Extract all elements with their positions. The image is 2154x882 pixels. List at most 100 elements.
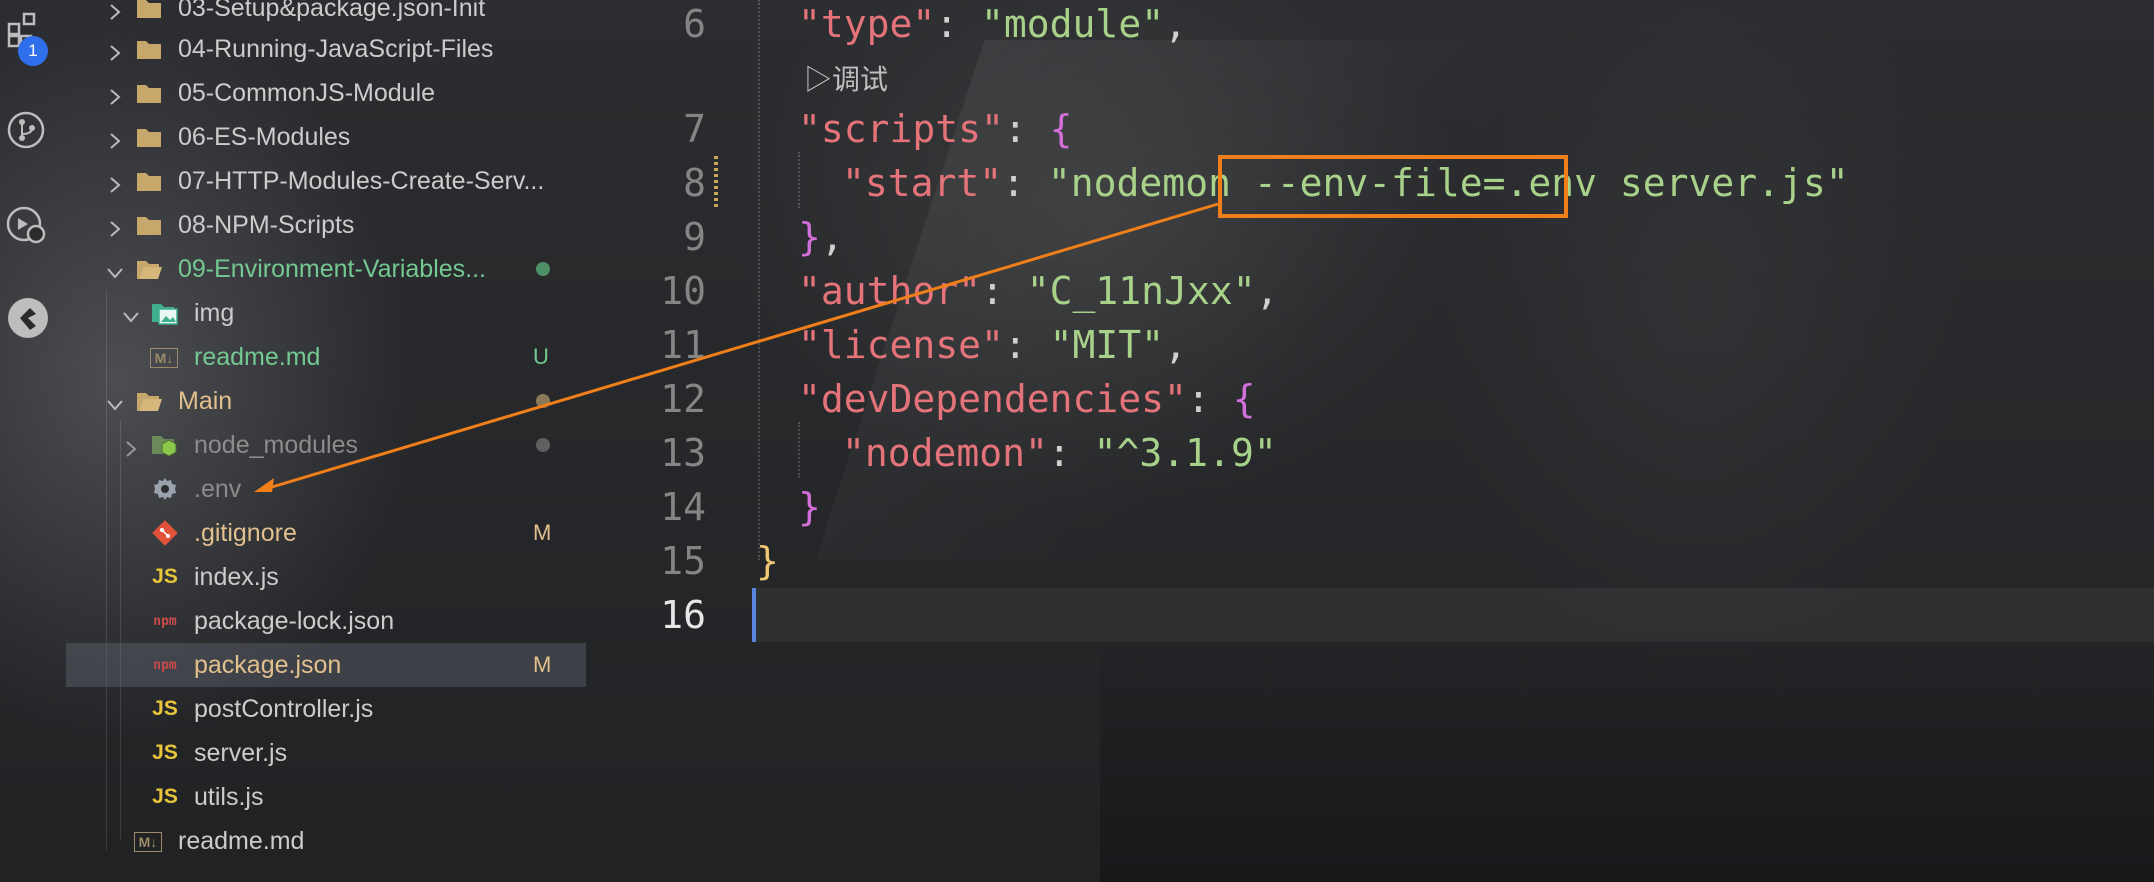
tree-item-label: node_modules [194,430,359,459]
modified-dot [536,262,550,276]
tree-item-label: index.js [194,562,279,591]
js-file-icon: JS [152,785,178,808]
tree-item-06-es-modules[interactable]: 06-ES-Modules [66,115,586,159]
modified-dot [536,438,550,452]
tree-item-gitignore[interactable]: .gitignore M [66,511,586,555]
tree-item-label: 07-HTTP-Modules-Create-Serv... [178,166,545,195]
tree-item-label: 09-Environment-Variables... [178,254,487,283]
folder-icon [134,122,164,152]
tree-item-readme-img[interactable]: M↓ readme.md U [66,335,586,379]
image-folder-icon [150,298,180,328]
tree-item-label: .env [194,474,242,503]
git-status-modified: M [533,520,552,545]
code-line-12: "devDependencies": { [798,377,1256,421]
activity-bar: 1 [0,0,66,882]
current-line-highlight [752,588,2154,642]
code-line-15: } [756,539,779,583]
tree-item-label: readme.md [178,826,305,855]
folder-open-icon [134,386,164,416]
tree-item-img[interactable]: img [66,291,586,335]
tree-item-package-lock[interactable]: npm package-lock.json [66,599,586,643]
chevron-right-icon [122,436,140,457]
code-line-6: "type": "module", [798,2,1187,46]
folder-open-icon [134,254,164,284]
file-explorer: 03-Setup&package.json-Init 04-Running-Ja… [66,0,586,882]
tree-item-label: Main [178,386,233,415]
line-number: 8 [683,161,706,205]
tree-item-05-commonjs[interactable]: 05-CommonJS-Module [66,71,586,115]
line-number: 10 [660,269,706,313]
code-editor[interactable]: 6 7 8 9 10 11 12 13 14 15 16 "type": "mo… [586,0,2154,882]
chevron-right-icon [106,216,124,237]
line-number: 15 [660,539,706,583]
remote-explorer-icon[interactable] [6,296,48,338]
code-line-10: "author": "C_11nJxx", [798,269,1279,313]
js-file-icon: JS [152,697,178,720]
markdown-icon: M↓ [150,348,178,368]
tree-item-label: package-lock.json [194,606,395,635]
line-number: 14 [660,485,706,529]
tree-item-index-js[interactable]: JS index.js [66,555,586,599]
tree-item-label: readme.md [194,342,321,371]
indent-guide [798,152,800,208]
tree-item-label: 04-Running-JavaScript-Files [178,34,494,63]
chevron-right-icon [106,172,124,193]
tree-item-07-http[interactable]: 07-HTTP-Modules-Create-Serv... [66,159,586,203]
markdown-icon: M↓ [134,832,162,852]
code-line-14: } [798,485,821,529]
tree-item-readme-root[interactable]: M↓ readme.md [66,819,586,863]
modified-dot [536,394,550,408]
chevron-right-icon [106,0,124,20]
git-status-modified: M [533,652,552,677]
folder-icon [134,34,164,64]
tree-item-label: postController.js [194,694,374,723]
chevron-right-icon [106,40,124,61]
line-number: 6 [683,2,706,46]
gutter-modified-indicator [714,156,718,208]
tree-item-node-modules[interactable]: node_modules [66,423,586,467]
code-line-11: "license": "MIT", [798,323,1187,367]
tree-item-label: 03-Setup&package.json-Init [178,0,486,22]
indent-guide [758,0,760,560]
folder-icon [134,0,164,23]
folder-icon [134,78,164,108]
source-control-icon[interactable] [6,110,45,149]
npm-file-icon: npm [153,613,177,629]
tree-item-utils-js[interactable]: JS utils.js [66,775,586,819]
line-number: 7 [683,107,706,151]
code-line-13: "nodemon": "^3.1.9" [842,431,1277,475]
js-file-icon: JS [152,741,178,764]
tree-item-main[interactable]: Main [66,379,586,423]
tree-item-09-environment[interactable]: 09-Environment-Variables... [66,247,586,291]
codelens-debug[interactable]: ▷调试 [804,58,888,98]
tree-item-postcontroller-js[interactable]: JS postController.js [66,687,586,731]
tree-item-env[interactable]: .env [66,467,586,511]
tree-item-label: server.js [194,738,288,767]
code-line-7: "scripts": { [798,107,1073,151]
tree-item-03-setup[interactable]: 03-Setup&package.json-Init [66,0,586,30]
tree-item-label: 06-ES-Modules [178,122,351,151]
tree-item-label: 05-CommonJS-Module [178,78,436,107]
js-file-icon: JS [152,565,178,588]
run-debug-icon[interactable] [6,202,46,244]
tree-item-server-js[interactable]: JS server.js [66,731,586,775]
chevron-down-icon [106,260,124,279]
tree-item-label: .gitignore [194,518,297,547]
line-number: 12 [660,377,706,421]
highlighted-env-flag: --env-file=.env [1253,161,1597,205]
git-icon [150,518,180,548]
line-number-active: 16 [660,593,706,637]
tree-item-package-json[interactable]: npm package.json M [66,643,586,687]
code-line-9: }, [798,215,844,259]
indent-guide [798,422,800,478]
tree-item-label: package.json [194,650,342,679]
npm-file-icon: npm [153,657,177,673]
notification-badge: 1 [18,36,48,66]
chevron-down-icon [122,304,140,323]
line-number: 11 [660,323,706,367]
chevron-right-icon [106,128,124,149]
code-line-8: "start": "nodemon --env-file=.env server… [842,161,1849,205]
gear-icon [150,474,180,504]
tree-item-04-running[interactable]: 04-Running-JavaScript-Files [66,27,586,71]
tree-item-08-npm-scripts[interactable]: 08-NPM-Scripts [66,203,586,247]
